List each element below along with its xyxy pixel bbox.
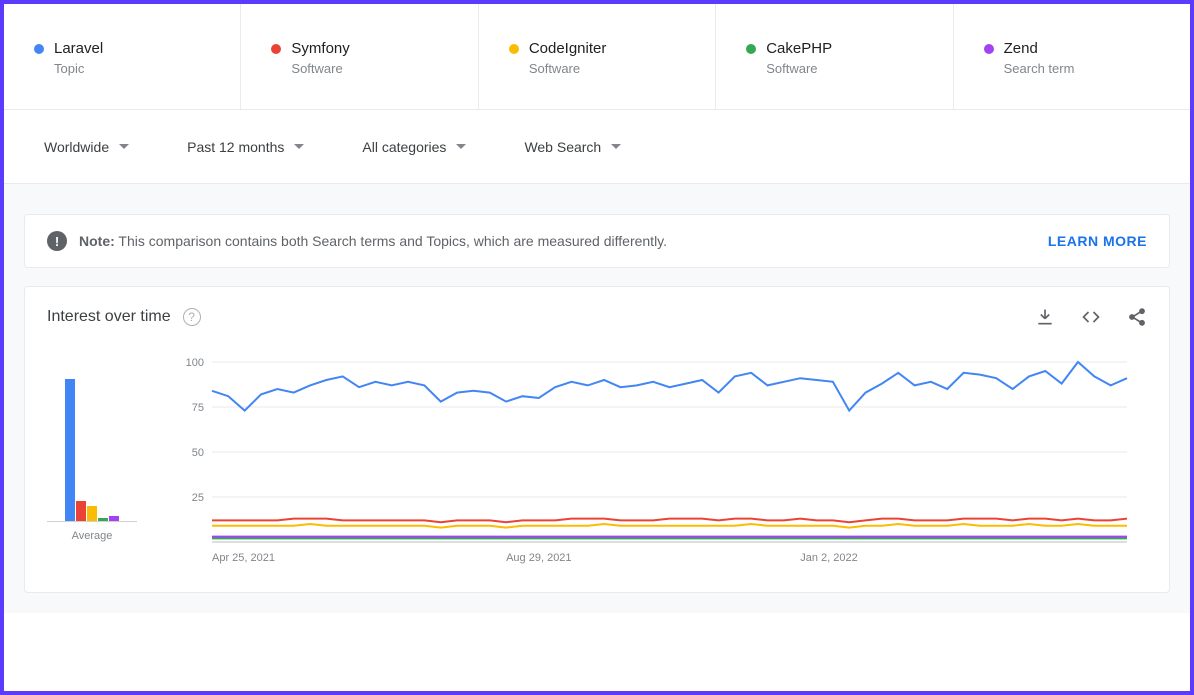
series-line: [212, 524, 1127, 528]
filter-category-label: All categories: [362, 139, 446, 155]
average-label: Average: [47, 530, 137, 542]
y-tick: 50: [192, 447, 204, 459]
filter-time[interactable]: Past 12 months: [187, 139, 304, 155]
series-line: [212, 362, 1127, 411]
topic-item[interactable]: Zend Search term: [954, 4, 1190, 109]
chevron-down-icon: [119, 144, 129, 149]
topic-subtitle: Topic: [54, 61, 220, 76]
topic-subtitle: Software: [291, 61, 457, 76]
y-tick: 25: [192, 492, 204, 504]
average-bar: [109, 516, 119, 521]
topic-name: Zend: [1004, 40, 1038, 57]
line-chart: 25 50 75 100 Apr 25, 2021 Aug 29, 2021 Jan 2, …: [177, 357, 1147, 572]
note-body: This comparison contains both Search ter…: [118, 233, 667, 249]
topic-item[interactable]: CodeIgniter Software: [479, 4, 716, 109]
content-area: ! Note: This comparison contains both Se…: [4, 184, 1190, 613]
chart-actions: [1035, 307, 1147, 327]
topic-subtitle: Software: [529, 61, 695, 76]
topic-color-dot: [271, 44, 281, 54]
filter-time-label: Past 12 months: [187, 139, 284, 155]
x-tick: Jan 2, 2022: [800, 552, 858, 564]
topic-name: CakePHP: [766, 40, 832, 57]
warning-icon: !: [47, 231, 67, 251]
filter-region-label: Worldwide: [44, 139, 109, 155]
x-tick: Apr 25, 2021: [212, 552, 275, 564]
topic-name: Laravel: [54, 40, 103, 57]
topic-subtitle: Software: [766, 61, 932, 76]
topic-name: CodeIgniter: [529, 40, 607, 57]
chevron-down-icon: [294, 144, 304, 149]
chart-card: Interest over time ? Average 25 50 75 100 Ap…: [24, 286, 1170, 593]
average-bar: [98, 518, 108, 521]
average-bar: [87, 506, 97, 521]
topic-item[interactable]: CakePHP Software: [716, 4, 953, 109]
series-line: [212, 519, 1127, 523]
learn-more-link[interactable]: LEARN MORE: [1048, 233, 1147, 249]
note-text: Note: This comparison contains both Sear…: [79, 233, 1036, 249]
note-label: Note:: [79, 233, 115, 249]
help-icon[interactable]: ?: [183, 308, 201, 326]
topics-bar: Laravel Topic Symfony Software CodeIgnit…: [4, 4, 1190, 110]
chart-body: Average 25 50 75 100 Apr 25, 2021 Aug 29, 202…: [47, 357, 1147, 572]
average-bars: [47, 357, 137, 522]
chevron-down-icon: [611, 144, 621, 149]
note-card: ! Note: This comparison contains both Se…: [24, 214, 1170, 268]
filter-type-label: Web Search: [524, 139, 601, 155]
filter-category[interactable]: All categories: [362, 139, 466, 155]
topic-item[interactable]: Laravel Topic: [4, 4, 241, 109]
share-icon[interactable]: [1127, 307, 1147, 327]
topic-name: Symfony: [291, 40, 349, 57]
filters-bar: Worldwide Past 12 months All categories …: [4, 110, 1190, 184]
chart-title: Interest over time: [47, 308, 171, 326]
line-chart-svg: 25 50 75 100 Apr 25, 2021 Aug 29, 2021 Jan 2, …: [177, 357, 1137, 567]
filter-region[interactable]: Worldwide: [44, 139, 129, 155]
topic-color-dot: [984, 44, 994, 54]
topic-subtitle: Search term: [1004, 61, 1170, 76]
topic-color-dot: [34, 44, 44, 54]
y-tick: 75: [192, 402, 204, 414]
topic-item[interactable]: Symfony Software: [241, 4, 478, 109]
topic-color-dot: [509, 44, 519, 54]
y-tick: 100: [186, 357, 204, 369]
filter-type[interactable]: Web Search: [524, 139, 621, 155]
chevron-down-icon: [456, 144, 466, 149]
average-bar: [65, 379, 75, 521]
chart-header: Interest over time ?: [47, 307, 1147, 327]
topic-color-dot: [746, 44, 756, 54]
average-bar: [76, 501, 86, 521]
average-column: Average: [47, 357, 137, 572]
embed-icon[interactable]: [1081, 307, 1101, 327]
x-tick: Aug 29, 2021: [506, 552, 571, 564]
download-icon[interactable]: [1035, 307, 1055, 327]
